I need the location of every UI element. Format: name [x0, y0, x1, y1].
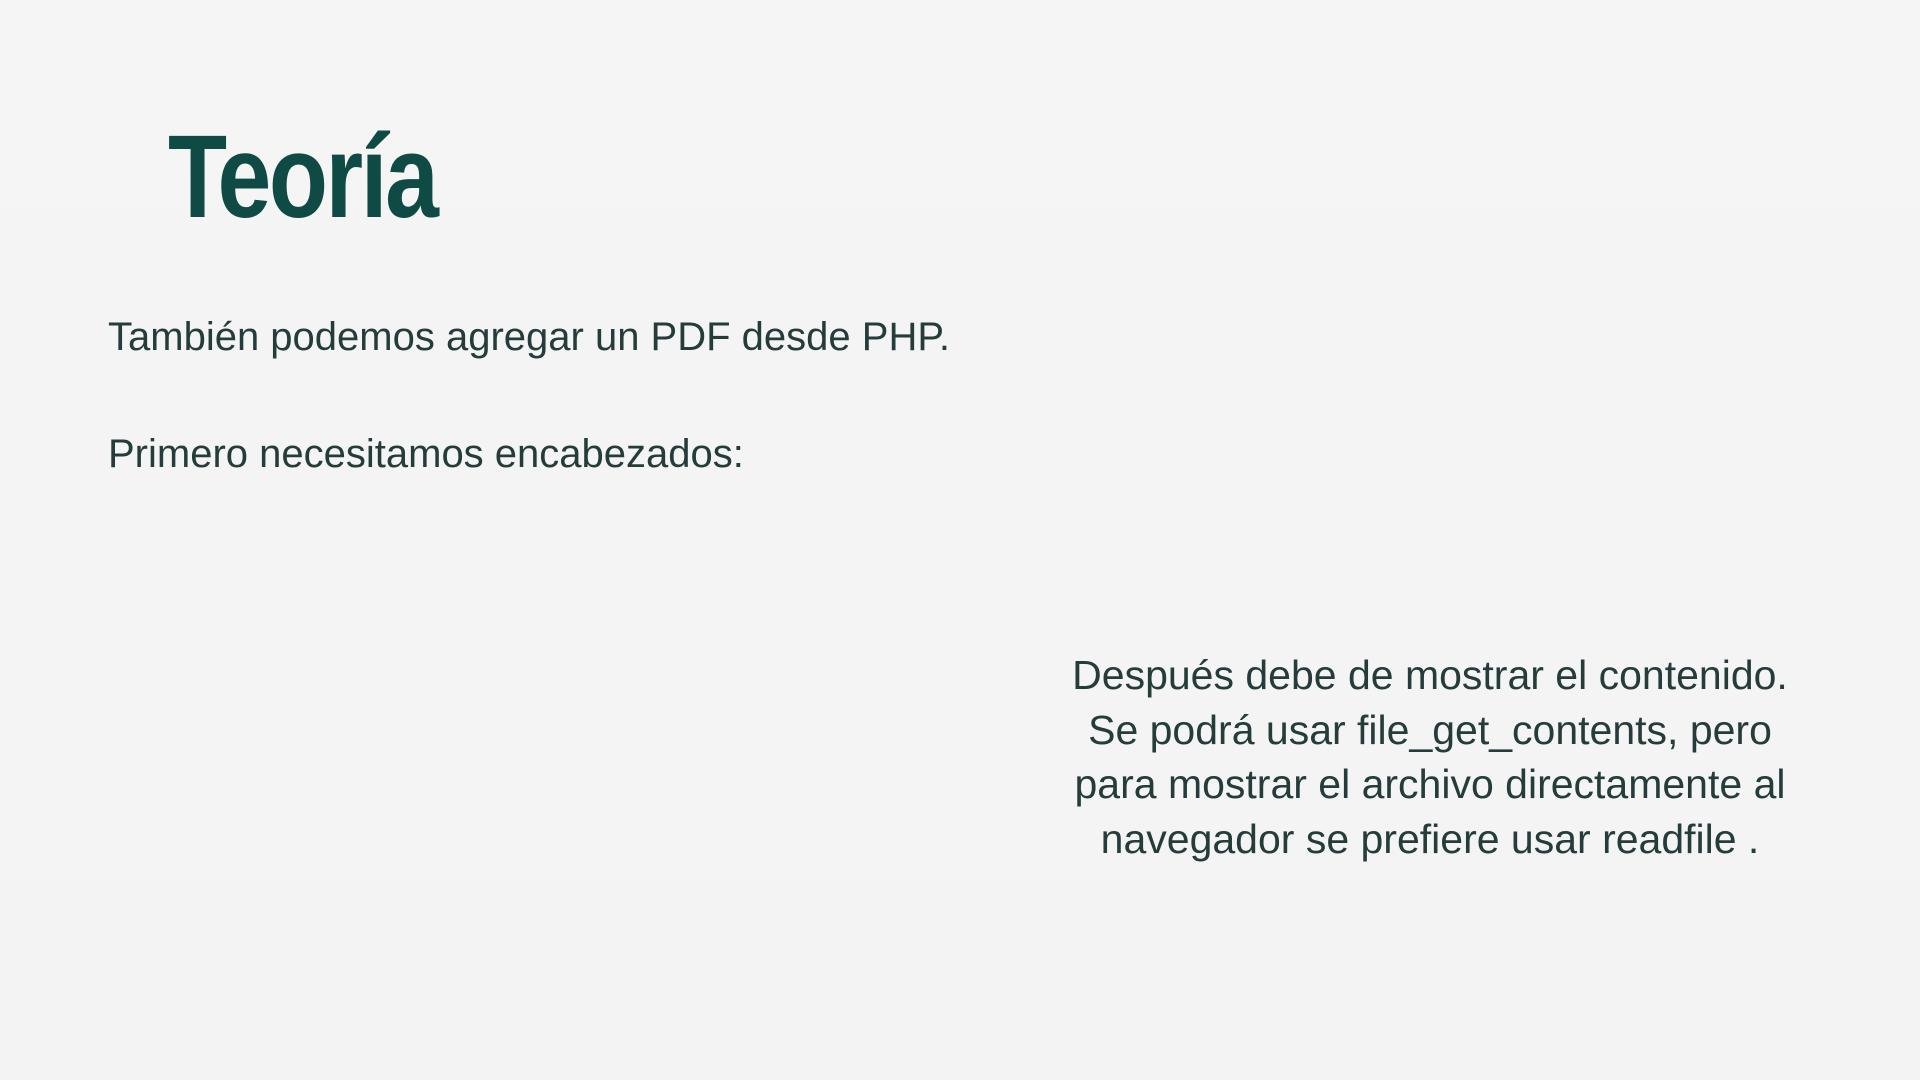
slide: Teoría También podemos agregar un PDF de…	[0, 0, 1920, 1080]
explanation-line: para mostrar el archivo directamente al	[1074, 761, 1786, 807]
headers-paragraph: Primero necesitamos encabezados:	[108, 432, 744, 476]
explanation-line: Después debe de mostrar el contenido.	[1072, 652, 1788, 698]
content-explanation: Después debe de mostrar el contenido. Se…	[1040, 648, 1820, 866]
explanation-line: Se podrá usar file_get_contents, pero	[1088, 706, 1772, 753]
explanation-line: navegador se prefiere usar readfile .	[1100, 815, 1760, 862]
intro-paragraph: También podemos agregar un PDF desde PHP…	[108, 315, 950, 359]
slide-title: Teoría	[168, 111, 439, 243]
